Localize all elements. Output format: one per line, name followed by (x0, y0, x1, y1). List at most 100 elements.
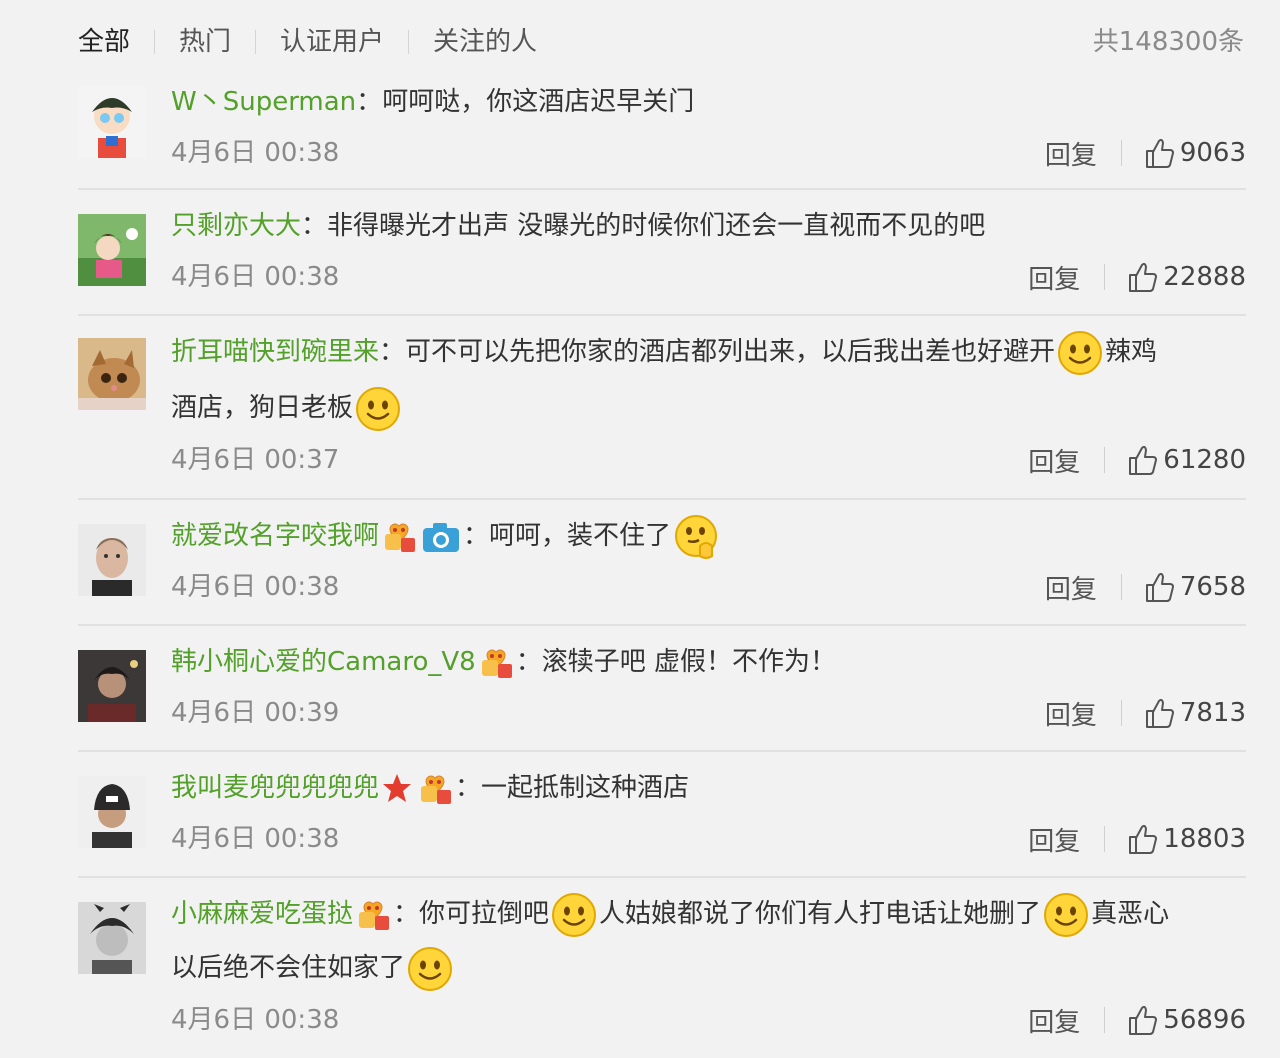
reply-button[interactable]: 回复 (1045, 135, 1097, 172)
avatar[interactable] (78, 776, 146, 848)
fan-badge-icon (381, 520, 417, 554)
comment-text-line2: 以后绝不会住如家了 (171, 942, 1246, 994)
comment-text: 小麻麻爱吃蛋挞 ：你可拉倒吧 人姑娘都说了你们有人打电话让她删了 真恶心 (171, 888, 1246, 940)
comment-text: 只剩亦大大：非得曝光才出声 没曝光的时候你们还会一直视而不见的吧 (171, 211, 986, 241)
comment-body: 可不可以先把你家的酒店都列出来，以后我出差也好避开 (405, 337, 1056, 367)
comment-actions: 回复 56896 (1028, 1002, 1246, 1038)
timestamp: 4月6日 00:38 (171, 572, 340, 602)
smile-emoji-icon (550, 891, 598, 939)
timestamp: 4月6日 00:38 (171, 1005, 340, 1035)
action-divider (1104, 447, 1106, 473)
username[interactable]: 韩小桐心爱的Camaro_V8 (171, 647, 476, 677)
avatar[interactable] (78, 338, 146, 410)
comment-item: 我叫麦兜兜兜兜兜 ：一起抵制这种酒店 4月6日 00:38 回复 18803 (78, 752, 1246, 878)
thumbs-up-icon (1144, 571, 1174, 603)
avatar[interactable] (78, 650, 146, 722)
like-count: 18803 (1163, 824, 1246, 854)
like-count: 61280 (1163, 445, 1246, 475)
thumbs-up-icon (1144, 697, 1174, 729)
like-button[interactable]: 22888 (1127, 261, 1246, 293)
avatar[interactable] (78, 86, 146, 158)
smile-emoji-icon (354, 385, 402, 433)
like-count: 7813 (1179, 698, 1246, 728)
tab-verified[interactable]: 认证用户 (280, 22, 384, 62)
comment-actions: 回复 61280 (1028, 442, 1246, 478)
reply-button[interactable]: 回复 (1028, 259, 1080, 296)
tab-hot[interactable]: 热门 (179, 22, 231, 62)
comment-list: W丶Superman：呵呵哒，你这酒店迟早关门 4月6日 00:38 回复 90… (78, 66, 1246, 1058)
thumbs-up-icon (1127, 261, 1157, 293)
username[interactable]: 就爱改名字咬我啊 (171, 521, 379, 551)
thumbs-up-icon (1127, 444, 1157, 476)
comment-body: 一起抵制这种酒店 (481, 773, 690, 803)
like-button[interactable]: 7658 (1144, 571, 1246, 603)
comment-text: W丶Superman：呵呵哒，你这酒店迟早关门 (171, 87, 695, 117)
comment-actions: 回复 22888 (1028, 259, 1246, 295)
tab-following[interactable]: 关注的人 (433, 22, 537, 62)
fan-badge-icon (417, 772, 453, 806)
comment-body: 人姑娘都说了你们有人打电话让她删了 (599, 899, 1042, 929)
comment-body: 真恶心 (1091, 899, 1170, 929)
comment-text: 就爱改名字咬我啊 ：呵呵，装不住了 (171, 510, 1246, 562)
fan-badge-icon (478, 646, 514, 680)
comment-text-line2: 酒店，狗日老板 (171, 382, 1246, 434)
avatar[interactable] (78, 524, 146, 596)
comment-item: 折耳喵快到碗里来：可不可以先把你家的酒店都列出来，以后我出差也好避开 辣鸡 酒店，… (78, 316, 1246, 500)
comment-actions: 回复 18803 (1028, 821, 1246, 857)
avatar[interactable] (78, 902, 146, 974)
comment-item: 韩小桐心爱的Camaro_V8 ：滚犊子吧 虚假！不作为！ 4月6日 00:39 … (78, 626, 1246, 752)
like-button[interactable]: 18803 (1127, 823, 1246, 855)
reply-button[interactable]: 回复 (1045, 695, 1097, 732)
tab-divider (255, 30, 257, 54)
tab-divider (408, 30, 410, 54)
like-button[interactable]: 7813 (1144, 697, 1246, 729)
comment-item: 小麻麻爱吃蛋挞 ：你可拉倒吧 人姑娘都说了你们有人打电话让她删了 真恶心 以后绝不会住… (78, 878, 1246, 1058)
comment-actions: 回复 9063 (1045, 135, 1246, 171)
reply-button[interactable]: 回复 (1045, 569, 1097, 606)
comment-item: 只剩亦大大：非得曝光才出声 没曝光的时候你们还会一直视而不见的吧 4月6日 00… (78, 190, 1246, 316)
like-button[interactable]: 61280 (1127, 444, 1246, 476)
timestamp: 4月6日 00:38 (171, 138, 340, 168)
comment-body: 酒店，狗日老板 (171, 393, 354, 423)
star-icon (381, 772, 413, 806)
comment-text: 韩小桐心爱的Camaro_V8 ：滚犊子吧 虚假！不作为！ (171, 636, 1246, 688)
username[interactable]: 小麻麻爱吃蛋挞 (171, 899, 353, 929)
action-divider (1104, 1007, 1106, 1033)
timestamp: 4月6日 00:39 (171, 698, 340, 728)
fan-badge-icon (355, 898, 391, 932)
timestamp: 4月6日 00:38 (171, 262, 340, 292)
comment-body: 你可拉倒吧 (419, 899, 550, 929)
comment-body: 非得曝光才出声 没曝光的时候你们还会一直视而不见的吧 (327, 211, 986, 241)
username[interactable]: 只剩亦大大 (171, 211, 301, 241)
thumbs-up-icon (1144, 137, 1174, 169)
comment-item: 就爱改名字咬我啊 ：呵呵，装不住了 4月6日 00:38 回复 7658 (78, 500, 1246, 626)
thinking-emoji-icon (672, 513, 720, 561)
timestamp: 4月6日 00:37 (171, 445, 340, 475)
tab-all[interactable]: 全部 (78, 22, 130, 62)
thumbs-up-icon (1127, 1004, 1157, 1036)
like-button[interactable]: 56896 (1127, 1004, 1246, 1036)
smile-emoji-icon (1056, 329, 1104, 377)
username[interactable]: W丶Superman (171, 87, 356, 117)
comment-body: 滚犊子吧 虚假！不作为！ (541, 647, 836, 677)
reply-button[interactable]: 回复 (1028, 821, 1080, 858)
comment-actions: 回复 7658 (1045, 569, 1246, 605)
like-button[interactable]: 9063 (1144, 137, 1246, 169)
comment-body: 呵呵，装不住了 (489, 521, 672, 551)
camera-icon (421, 520, 461, 554)
comment-total: 共148300条 (1092, 27, 1244, 57)
username[interactable]: 折耳喵快到碗里来 (171, 337, 379, 367)
action-divider (1120, 574, 1122, 600)
like-count: 22888 (1163, 262, 1246, 292)
reply-button[interactable]: 回复 (1028, 1002, 1080, 1039)
username[interactable]: 我叫麦兜兜兜兜兜 (171, 773, 379, 803)
action-divider (1120, 700, 1122, 726)
action-divider (1104, 826, 1106, 852)
action-divider (1104, 264, 1106, 290)
smile-emoji-icon (406, 945, 454, 993)
avatar[interactable] (78, 214, 146, 286)
reply-button[interactable]: 回复 (1028, 442, 1080, 479)
thumbs-up-icon (1127, 823, 1157, 855)
comment-text: 我叫麦兜兜兜兜兜 ：一起抵制这种酒店 (171, 762, 1246, 814)
comment-text: 折耳喵快到碗里来：可不可以先把你家的酒店都列出来，以后我出差也好避开 辣鸡 (171, 326, 1246, 378)
